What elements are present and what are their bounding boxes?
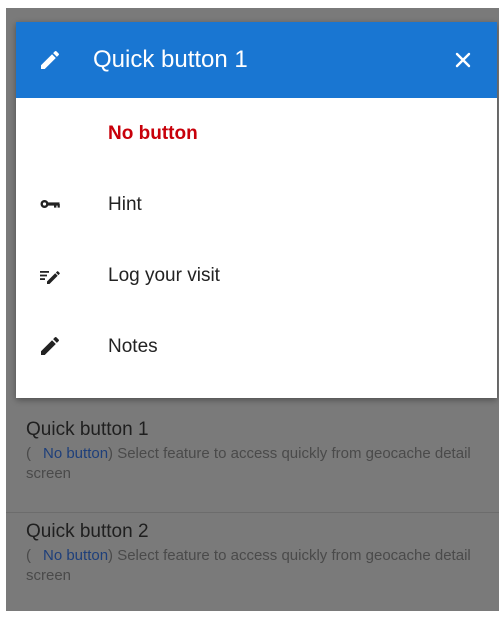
option-hint[interactable]: Hint <box>16 169 497 240</box>
quick-button-dialog: Quick button 1 No button Hint Log your v… <box>16 22 497 398</box>
preference-title: Quick button 1 <box>26 419 149 440</box>
option-label: Hint <box>108 194 142 215</box>
option-label: No button <box>108 123 198 144</box>
preference-summary: (No button) Select feature to access qui… <box>26 546 496 586</box>
summary-open-paren: ( <box>26 445 31 462</box>
key-icon <box>38 192 62 216</box>
summary-selected-value: No button <box>43 445 109 462</box>
option-list: No button Hint Log your visit Notes <box>16 98 497 382</box>
preference-divider <box>6 512 499 513</box>
preference-title: Quick button 2 <box>26 521 149 542</box>
quick-button-1-preference[interactable]: Quick button 1 (No button) Select featur… <box>6 418 499 484</box>
close-icon[interactable] <box>451 48 475 72</box>
summary-selected-value: No button <box>43 547 109 564</box>
option-label: Log your visit <box>108 265 220 286</box>
log-visit-icon <box>38 263 62 287</box>
summary-open-paren: ( <box>26 547 31 564</box>
option-notes[interactable]: Notes <box>16 311 497 382</box>
preference-summary: (No button) Select feature to access qui… <box>26 444 496 484</box>
option-log-your-visit[interactable]: Log your visit <box>16 240 497 311</box>
dialog-title: Quick button 1 <box>93 46 248 73</box>
option-label: Notes <box>108 336 158 357</box>
pencil-icon <box>38 334 62 358</box>
pencil-icon <box>38 48 62 72</box>
option-no-button[interactable]: No button <box>16 98 497 169</box>
dialog-header: Quick button 1 <box>16 22 497 98</box>
quick-button-2-preference[interactable]: Quick button 2 (No button) Select featur… <box>6 520 499 586</box>
